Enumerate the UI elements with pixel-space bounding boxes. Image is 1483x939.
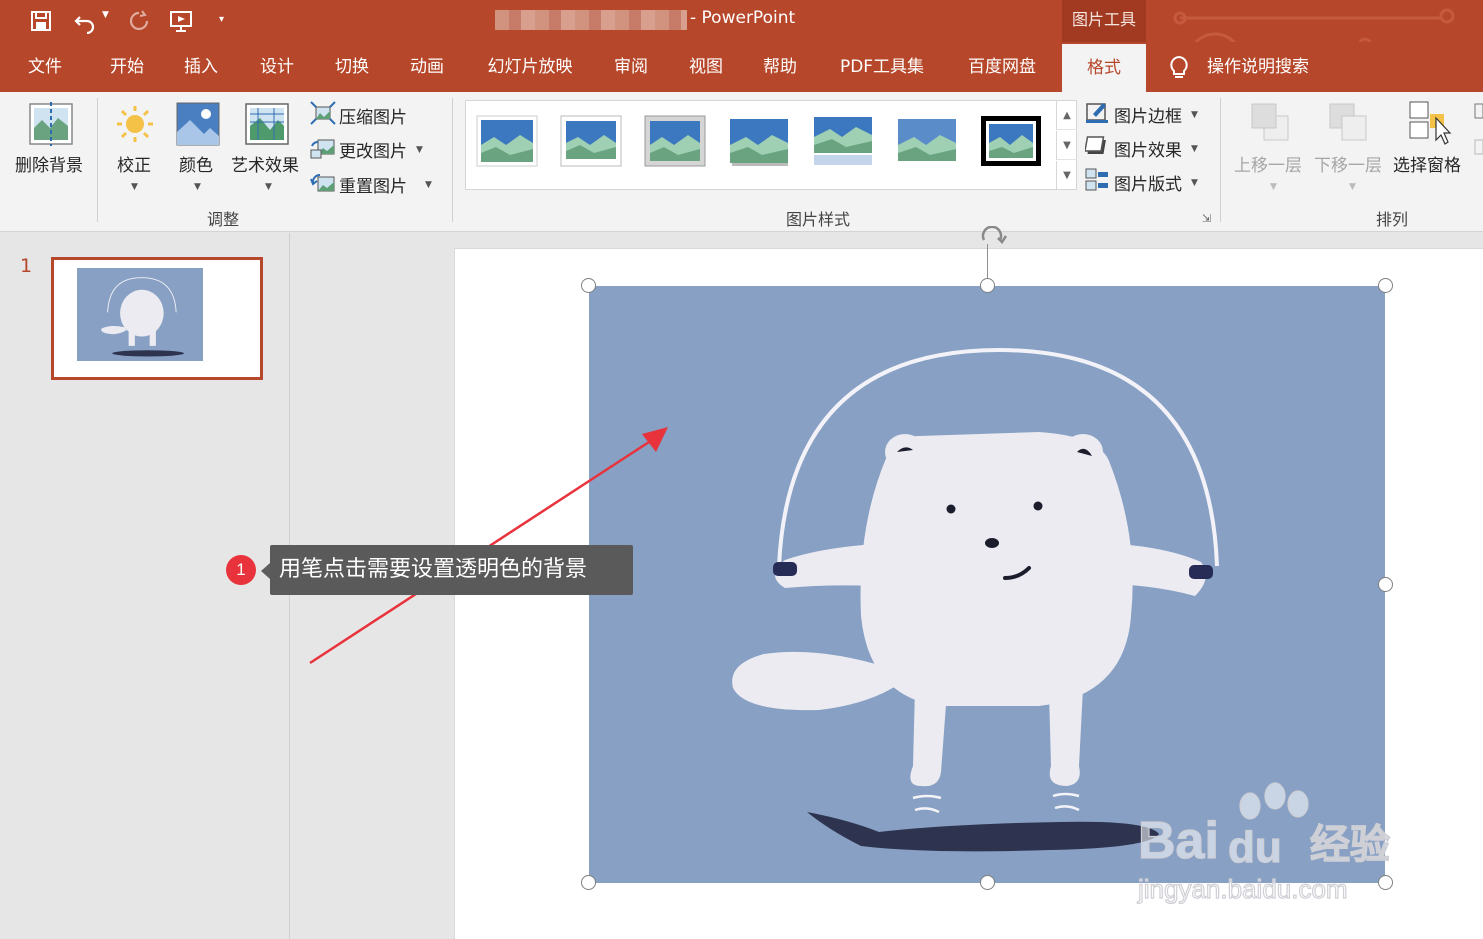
selection-pane-icon <box>1409 101 1452 145</box>
separator <box>97 98 98 222</box>
tab-home[interactable]: 开始 <box>97 42 157 92</box>
picture-border-dropdown-icon: ▼ <box>1191 110 1198 120</box>
slide-thumbnail[interactable] <box>51 257 263 380</box>
artistic-effects-label: 艺术效果 <box>231 156 299 176</box>
gallery-scroll-down-button[interactable]: ▼ <box>1056 131 1077 160</box>
remove-background-icon <box>29 102 73 146</box>
tab-animations[interactable]: 动画 <box>397 42 457 92</box>
picture-style-5[interactable] <box>812 115 874 167</box>
rotate-handle-icon[interactable] <box>972 226 1012 252</box>
send-backward-icon <box>1329 103 1367 141</box>
tab-insert[interactable]: 插入 <box>171 42 231 92</box>
resize-handle-top-right[interactable] <box>1378 278 1393 293</box>
align-icon-partial[interactable] <box>1473 102 1483 182</box>
picture-style-1[interactable] <box>476 115 538 167</box>
tab-view[interactable]: 视图 <box>676 42 736 92</box>
thumbnail-cat-illustration <box>101 277 184 357</box>
change-picture-label: 更改图片 <box>339 142 407 162</box>
send-backward-dropdown-icon: ▼ <box>1349 182 1356 192</box>
document-name-blurred <box>495 10 687 30</box>
compress-pictures-icon <box>310 101 336 125</box>
picture-effects-label: 图片效果 <box>1114 141 1182 161</box>
tooltip-pointer <box>261 563 270 579</box>
redo-icon[interactable] <box>126 8 152 34</box>
corrections-dropdown-icon: ▼ <box>131 182 138 192</box>
resize-handle-right[interactable] <box>1378 577 1393 592</box>
reset-picture-icon <box>310 173 335 192</box>
picture-styles-dialog-launcher[interactable]: ⇲ <box>1202 213 1213 224</box>
slide-thumbnail-pane: 1 <box>0 233 290 939</box>
picture-layout-icon <box>1085 168 1108 191</box>
gallery-scroll-up-button[interactable]: ▲ <box>1056 101 1077 130</box>
gallery-more-button[interactable]: ▼ <box>1056 161 1077 190</box>
reset-picture-label: 重置图片 <box>339 177 407 197</box>
compress-pictures-label: 压缩图片 <box>339 108 407 128</box>
thumbnail-picture <box>77 268 203 361</box>
picture-layout-label: 图片版式 <box>1114 175 1182 195</box>
tab-file[interactable]: 文件 <box>15 42 75 92</box>
tab-baidu-netdisk[interactable]: 百度网盘 <box>954 42 1050 92</box>
corrections-sun-icon <box>117 106 153 142</box>
ribbon: 删除背景 校正 ▼ 颜色 ▼ 艺术效果 ▼ 压缩图片 更改图片 ▼ 重置图片 ▼… <box>0 92 1483 232</box>
separator <box>452 98 453 222</box>
slide-number: 1 <box>20 255 33 277</box>
jump-rope-cat-illustration <box>732 347 1219 852</box>
resize-handle-bottom[interactable] <box>980 875 995 890</box>
picture-border-icon <box>1086 103 1108 123</box>
picture-style-4[interactable] <box>728 115 790 167</box>
remove-background-label: 删除背景 <box>15 156 83 176</box>
send-backward-label: 下移一层 <box>1314 156 1382 176</box>
corrections-label: 校正 <box>117 156 151 176</box>
color-label: 颜色 <box>179 156 213 176</box>
tab-transitions[interactable]: 切换 <box>322 42 382 92</box>
resize-handle-bottom-left[interactable] <box>581 875 596 890</box>
artistic-effects-icon <box>245 103 289 145</box>
picture-style-6[interactable] <box>896 115 958 167</box>
tab-format[interactable]: 格式 <box>1062 44 1146 92</box>
resize-handle-top[interactable] <box>980 278 995 293</box>
picture-styles-group-label: 图片样式 <box>786 210 851 229</box>
picture-tools-context-label: 图片工具 <box>1062 0 1146 42</box>
picture-effects-dropdown-icon: ▼ <box>1191 144 1198 154</box>
bring-forward-dropdown-icon: ▼ <box>1270 182 1277 192</box>
arrange-group-label: 排列 <box>1376 210 1409 229</box>
app-title: - PowerPoint <box>690 8 796 28</box>
tab-pdf-tools[interactable]: PDF工具集 <box>826 42 938 92</box>
instruction-tooltip: 用笔点击需要设置透明色的背景 <box>270 545 633 595</box>
picture-style-2[interactable] <box>560 115 622 167</box>
selected-picture[interactable] <box>589 286 1385 883</box>
undo-dropdown-icon[interactable]: ▼ <box>102 10 112 36</box>
picture-style-3[interactable] <box>644 115 706 167</box>
reset-picture-dropdown-icon: ▼ <box>425 180 432 190</box>
color-dropdown-icon: ▼ <box>194 182 201 192</box>
step-number-badge: 1 <box>226 555 256 585</box>
change-picture-dropdown-icon: ▼ <box>416 145 423 155</box>
separator <box>1220 98 1221 222</box>
picture-effects-icon <box>1085 136 1106 154</box>
start-presentation-icon[interactable] <box>168 8 194 34</box>
picture-styles-gallery: ▲ ▼ ▼ <box>465 100 1077 190</box>
bring-forward-icon <box>1251 103 1289 141</box>
tab-review[interactable]: 审阅 <box>601 42 661 92</box>
resize-handle-bottom-right[interactable] <box>1378 875 1393 890</box>
bring-forward-label: 上移一层 <box>1234 156 1302 176</box>
undo-icon[interactable] <box>72 8 98 34</box>
selection-pane-label: 选择窗格 <box>1393 156 1461 176</box>
lightbulb-icon[interactable] <box>1168 55 1190 81</box>
adjust-group-label: 调整 <box>207 210 240 229</box>
resize-handle-top-left[interactable] <box>581 278 596 293</box>
color-picture-icon <box>176 102 220 146</box>
tab-help[interactable]: 帮助 <box>750 42 810 92</box>
picture-layout-dropdown-icon: ▼ <box>1191 178 1198 188</box>
tell-me-search[interactable]: 操作说明搜索 <box>1207 42 1309 92</box>
picture-style-7[interactable] <box>980 115 1042 167</box>
customize-qat-icon[interactable]: ▾ <box>219 14 231 40</box>
tab-design[interactable]: 设计 <box>247 42 307 92</box>
change-picture-icon <box>310 139 335 159</box>
save-icon[interactable] <box>28 8 54 34</box>
tab-slideshow[interactable]: 幻灯片放映 <box>475 42 585 92</box>
picture-border-label: 图片边框 <box>1114 107 1182 127</box>
artistic-effects-dropdown-icon: ▼ <box>265 182 272 192</box>
